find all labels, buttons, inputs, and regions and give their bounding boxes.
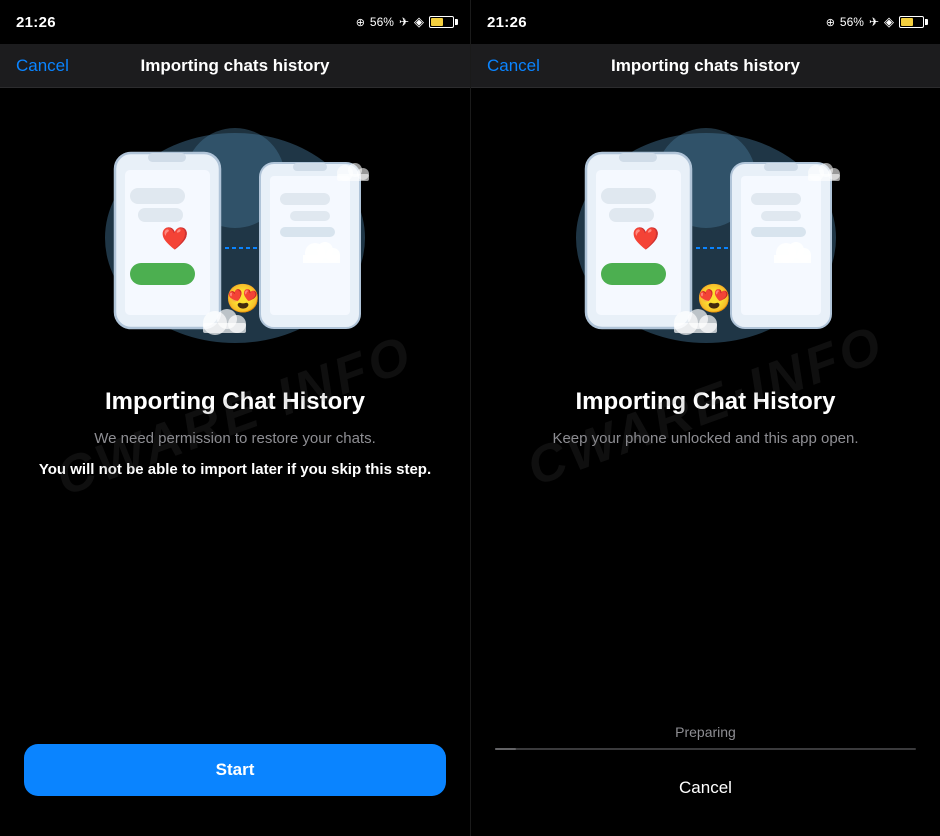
status-icons-left: ⊕ 56% ✈ ◈ bbox=[356, 14, 454, 30]
main-title-right: Importing Chat History bbox=[505, 388, 906, 416]
battery-icon-right bbox=[899, 16, 924, 28]
bottom-area-left: Start bbox=[0, 744, 470, 836]
battery-fill-left bbox=[431, 18, 443, 26]
preparing-label: Preparing bbox=[495, 724, 916, 740]
main-title-left: Importing Chat History bbox=[34, 388, 436, 416]
illustration-right: ❤️ 😍 bbox=[495, 98, 916, 378]
progress-section: Preparing Cancel bbox=[471, 724, 940, 806]
battery-icon-left bbox=[429, 16, 454, 28]
nav-bar-left: Cancel Importing chats history bbox=[0, 44, 470, 88]
main-content-left: ❤️ 😍 Importing Chat History We need bbox=[0, 88, 470, 744]
svg-text:❤️: ❤️ bbox=[632, 226, 660, 251]
start-button[interactable]: Start bbox=[24, 744, 446, 796]
text-section-left: Importing Chat History We need permissio… bbox=[24, 388, 446, 481]
cancel-button-nav-right[interactable]: Cancel bbox=[487, 56, 540, 76]
status-time-left: 21:26 bbox=[16, 14, 56, 31]
status-time-right: 21:26 bbox=[487, 14, 527, 31]
svg-text:😍: 😍 bbox=[696, 283, 731, 314]
svg-text:❤️: ❤️ bbox=[161, 226, 189, 251]
nav-bar-right: Cancel Importing chats history bbox=[471, 44, 940, 88]
warning-text-left: You will not be able to import later if … bbox=[34, 459, 436, 482]
illustration-svg-left: ❤️ 😍 bbox=[75, 108, 395, 368]
status-icons-right: ⊕ 56% ✈ ◈ bbox=[826, 14, 924, 30]
location-icon-right: ⊕ bbox=[826, 16, 835, 29]
wifi-icon-left: ◈ bbox=[414, 14, 424, 30]
wifi-icon-right: ◈ bbox=[884, 14, 894, 30]
status-bar-left: 21:26 ⊕ 56% ✈ ◈ bbox=[0, 0, 470, 44]
progress-bar-container bbox=[495, 748, 916, 750]
subtitle-left: We need permission to restore your chats… bbox=[34, 428, 436, 451]
cancel-button-left[interactable]: Cancel bbox=[16, 56, 69, 76]
left-phone-screen: 21:26 ⊕ 56% ✈ ◈ Cancel Importing chats h… bbox=[0, 0, 470, 836]
nav-title-right: Importing chats history bbox=[611, 56, 800, 76]
airplane-icon-left: ✈ bbox=[399, 15, 409, 29]
cancel-import-button[interactable]: Cancel bbox=[495, 770, 916, 806]
location-icon-left: ⊕ bbox=[356, 16, 365, 29]
svg-text:😍: 😍 bbox=[226, 283, 261, 314]
progress-bar-fill bbox=[495, 748, 516, 750]
main-content-right: ❤️ 😍 Importing Chat History Keep your ph… bbox=[471, 88, 940, 724]
illustration-left: ❤️ 😍 bbox=[24, 98, 446, 378]
airplane-icon-right: ✈ bbox=[869, 15, 879, 29]
subtitle-right: Keep your phone unlocked and this app op… bbox=[505, 428, 906, 451]
battery-percent-left: 56% bbox=[370, 15, 394, 29]
battery-percent-right: 56% bbox=[840, 15, 864, 29]
text-section-right: Importing Chat History Keep your phone u… bbox=[495, 388, 916, 459]
illustration-svg-right: ❤️ 😍 bbox=[546, 108, 866, 368]
status-bar-right: 21:26 ⊕ 56% ✈ ◈ bbox=[471, 0, 940, 44]
battery-fill-right bbox=[901, 18, 913, 26]
nav-title-left: Importing chats history bbox=[141, 56, 330, 76]
right-phone-screen: 21:26 ⊕ 56% ✈ ◈ Cancel Importing chats h… bbox=[470, 0, 940, 836]
